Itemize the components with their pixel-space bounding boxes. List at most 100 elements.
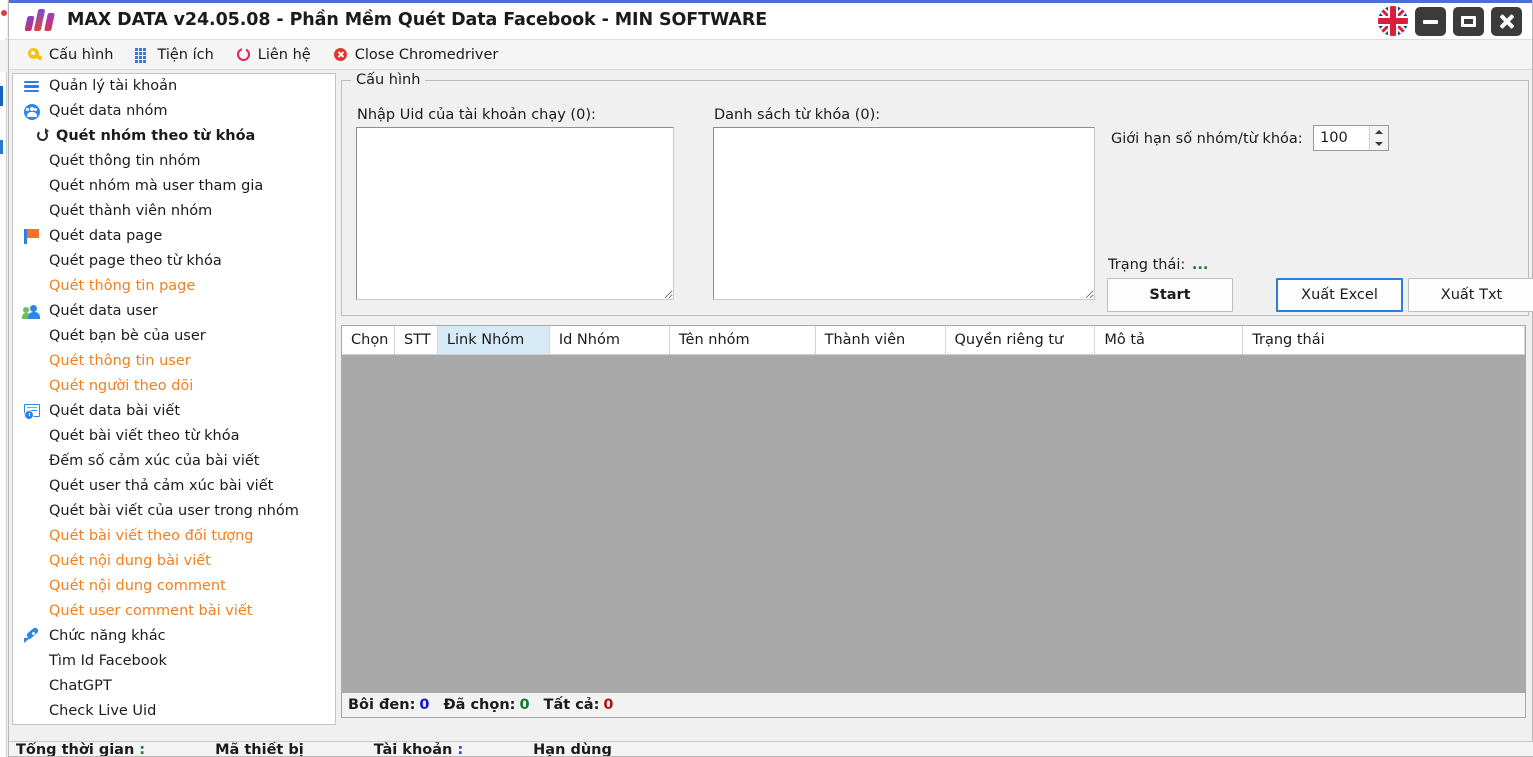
grid-header-row: Chọn STT Link Nhóm Id NhómTên nhóm Thành viê… <box>342 326 1525 355</box>
app-status-bar: Tổng thời gian : Mã thiết bị Tài khoản :… <box>9 741 1533 756</box>
sidebar-item-25[interactable]: Check Live Uid <box>13 699 335 724</box>
grid-column-header-2[interactable]: Link Nhóm <box>438 326 550 354</box>
close-button[interactable] <box>1491 7 1522 36</box>
maximize-button[interactable] <box>1453 7 1484 36</box>
uid-field-label: Nhập Uid của tài khoản chạy (0): <box>357 107 596 123</box>
keyword-list-input[interactable] <box>713 127 1095 300</box>
grid-column-label: Link Nhóm <box>447 332 524 348</box>
sidebar-navigation: Quản lý tài khoảnQuét data nhóm Quét nhóm… <box>12 73 336 725</box>
sidebar-item-label: Quét bài viết của user trong nhóm <box>49 504 299 519</box>
wrench-icon <box>27 47 43 63</box>
sidebar-item-4[interactable]: Quét nhóm mà user tham gia <box>13 174 335 199</box>
sidebar-item-19[interactable]: Quét nội dung bài viết <box>13 549 335 574</box>
export-excel-button[interactable]: Xuất Excel <box>1276 278 1403 312</box>
menu-item-label: Cấu hình <box>49 47 113 63</box>
grid-column-label: Mô tả <box>1104 332 1145 348</box>
main-window: MAX DATA v24.05.08 - Phần Mềm Quét Data … <box>8 0 1533 757</box>
sidebar-item-label: Quét nhóm mà user tham gia <box>49 179 263 194</box>
sidebar-item-24[interactable]: ChatGPT <box>13 674 335 699</box>
sidebar-item-18[interactable]: Quét bài viết theo đối tượng <box>13 524 335 549</box>
sidebar-item-8[interactable]: Quét thông tin page <box>13 274 335 299</box>
sidebar-item-3[interactable]: Quét thông tin nhóm <box>13 149 335 174</box>
sidebar-item-label: Quét nhóm theo từ khóa <box>56 129 255 144</box>
sidebar-item-label: Tìm Id Facebook <box>49 654 167 669</box>
menu-item-tien-ich[interactable]: Tiện ích <box>135 47 213 63</box>
sidebar-item-1[interactable]: Quét data nhóm <box>13 99 335 124</box>
grid-column-header-6[interactable]: Quyền riêng tư <box>946 326 1096 354</box>
sidebar-item-14[interactable]: Quét bài viết theo từ khóa <box>13 424 335 449</box>
menu-item-lien-he[interactable]: Liên hệ <box>236 47 311 63</box>
grid-column-header-7[interactable]: Mô tả <box>1095 326 1243 354</box>
menu-bar: Cấu hình Tiện ích Liên hệ <box>9 40 1532 70</box>
minimize-button[interactable] <box>1415 7 1446 36</box>
sidebar-item-10[interactable]: Quét bạn bè của user <box>13 324 335 349</box>
refresh-icon <box>35 128 51 146</box>
grid-column-header-5[interactable]: Thành viên <box>816 326 946 354</box>
sidebar-item-23[interactable]: Tìm Id Facebook <box>13 649 335 674</box>
menu-item-cau-hinh[interactable]: Cấu hình <box>27 47 113 63</box>
menu-item-label: Close Chromedriver <box>355 47 499 63</box>
sidebar-item-label: Check Live Uid <box>49 704 156 719</box>
body-row: Quản lý tài khoảnQuét data nhóm Quét nhóm… <box>9 70 1532 726</box>
sidebar-item-17[interactable]: Quét bài viết của user trong nhóm <box>13 499 335 524</box>
account-label: Tài khoản <box>374 742 453 756</box>
status-value: ... <box>1192 257 1209 273</box>
stepper-down-icon[interactable] <box>1370 138 1388 150</box>
status-prefix-label: Trạng thái: <box>1108 257 1185 273</box>
grid-body[interactable] <box>342 355 1525 693</box>
sidebar-item-label: Quét thông tin nhóm <box>49 154 200 169</box>
group-limit-value[interactable]: 100 <box>1314 130 1369 146</box>
sidebar-item-20[interactable]: Quét nội dung comment <box>13 574 335 599</box>
config-groupbox: Cấu hình Nhập Uid của tài khoản chạy (0)… <box>341 80 1529 316</box>
grid-column-label: Trạng thái <box>1252 332 1324 348</box>
sidebar-item-label: Quét bài viết theo từ khóa <box>49 429 239 444</box>
grid-column-header-4[interactable]: Tên nhóm <box>670 326 816 354</box>
sidebar-item-15[interactable]: Đếm số cảm xúc của bài viết <box>13 449 335 474</box>
grid-column-header-3[interactable]: Id Nhóm <box>550 326 670 354</box>
sidebar-item-0[interactable]: Quản lý tài khoản <box>13 74 335 99</box>
sidebar-item-16[interactable]: Quét user thả cảm xúc bài viết <box>13 474 335 499</box>
ring-icon <box>236 47 252 63</box>
uid-input[interactable] <box>356 127 674 300</box>
sidebar-item-2[interactable]: Quét nhóm theo từ khóa <box>13 124 335 149</box>
selected-label: Đã chọn: <box>443 697 515 713</box>
export-txt-button[interactable]: Xuất Txt <box>1408 278 1533 312</box>
device-id-label: Mã thiết bị <box>215 742 304 756</box>
grid-column-header-1[interactable]: STT <box>395 326 438 354</box>
sidebar-item-9[interactable]: Quét data user <box>13 299 335 324</box>
group-limit-stepper[interactable]: 100 <box>1313 125 1389 151</box>
sidebar-item-11[interactable]: Quét thông tin user <box>13 349 335 374</box>
sidebar-item-7[interactable]: Quét page theo từ khóa <box>13 249 335 274</box>
sidebar-item-22[interactable]: Chức năng khác <box>13 624 335 649</box>
grid-column-label: Thành viên <box>825 332 906 348</box>
total-label: Tất cả: <box>544 697 600 713</box>
sidebar-item-label: Quét user comment bài viết <box>49 604 253 619</box>
grid-column-label: Chọn <box>351 332 388 348</box>
menu-item-label: Tiện ích <box>157 47 213 63</box>
blacked-value: 0 <box>419 697 429 713</box>
users-icon <box>23 303 43 321</box>
sidebar-item-label: Quét người theo dõi <box>49 379 193 394</box>
menu-item-close-chromedriver[interactable]: Close Chromedriver <box>333 47 499 63</box>
title-accent-stripe <box>9 0 1532 3</box>
sidebar-item-6[interactable]: Quét data page <box>13 224 335 249</box>
sidebar-item-13[interactable]: Quét data bài viết <box>13 399 335 424</box>
stepper-up-icon[interactable] <box>1370 126 1388 138</box>
sidebar-item-label: Quét thành viên nhóm <box>49 204 212 219</box>
config-legend: Cấu hình <box>351 72 425 88</box>
sidebar-item-5[interactable]: Quét thành viên nhóm <box>13 199 335 224</box>
sidebar-item-label: Chức năng khác <box>49 629 166 644</box>
sidebar-item-12[interactable]: Quét người theo dõi <box>13 374 335 399</box>
grid-column-header-0[interactable]: Chọn <box>342 326 395 354</box>
window-title: MAX DATA v24.05.08 - Phần Mềm Quét Data … <box>67 10 767 30</box>
grid-column-header-8[interactable]: Trạng thái <box>1243 326 1525 354</box>
post-icon <box>23 403 43 421</box>
start-button[interactable]: Start <box>1107 278 1233 312</box>
sidebar-item-21[interactable]: Quét user comment bài viết <box>13 599 335 624</box>
sidebar-item-label: Quét nội dung bài viết <box>49 554 211 569</box>
flag-icon <box>23 228 43 246</box>
menu-item-label: Liên hệ <box>258 47 311 63</box>
status-line: Trạng thái: ... <box>1108 257 1208 273</box>
uk-flag-icon[interactable] <box>1378 6 1408 36</box>
expiry-label: Hạn dùng <box>533 742 612 756</box>
